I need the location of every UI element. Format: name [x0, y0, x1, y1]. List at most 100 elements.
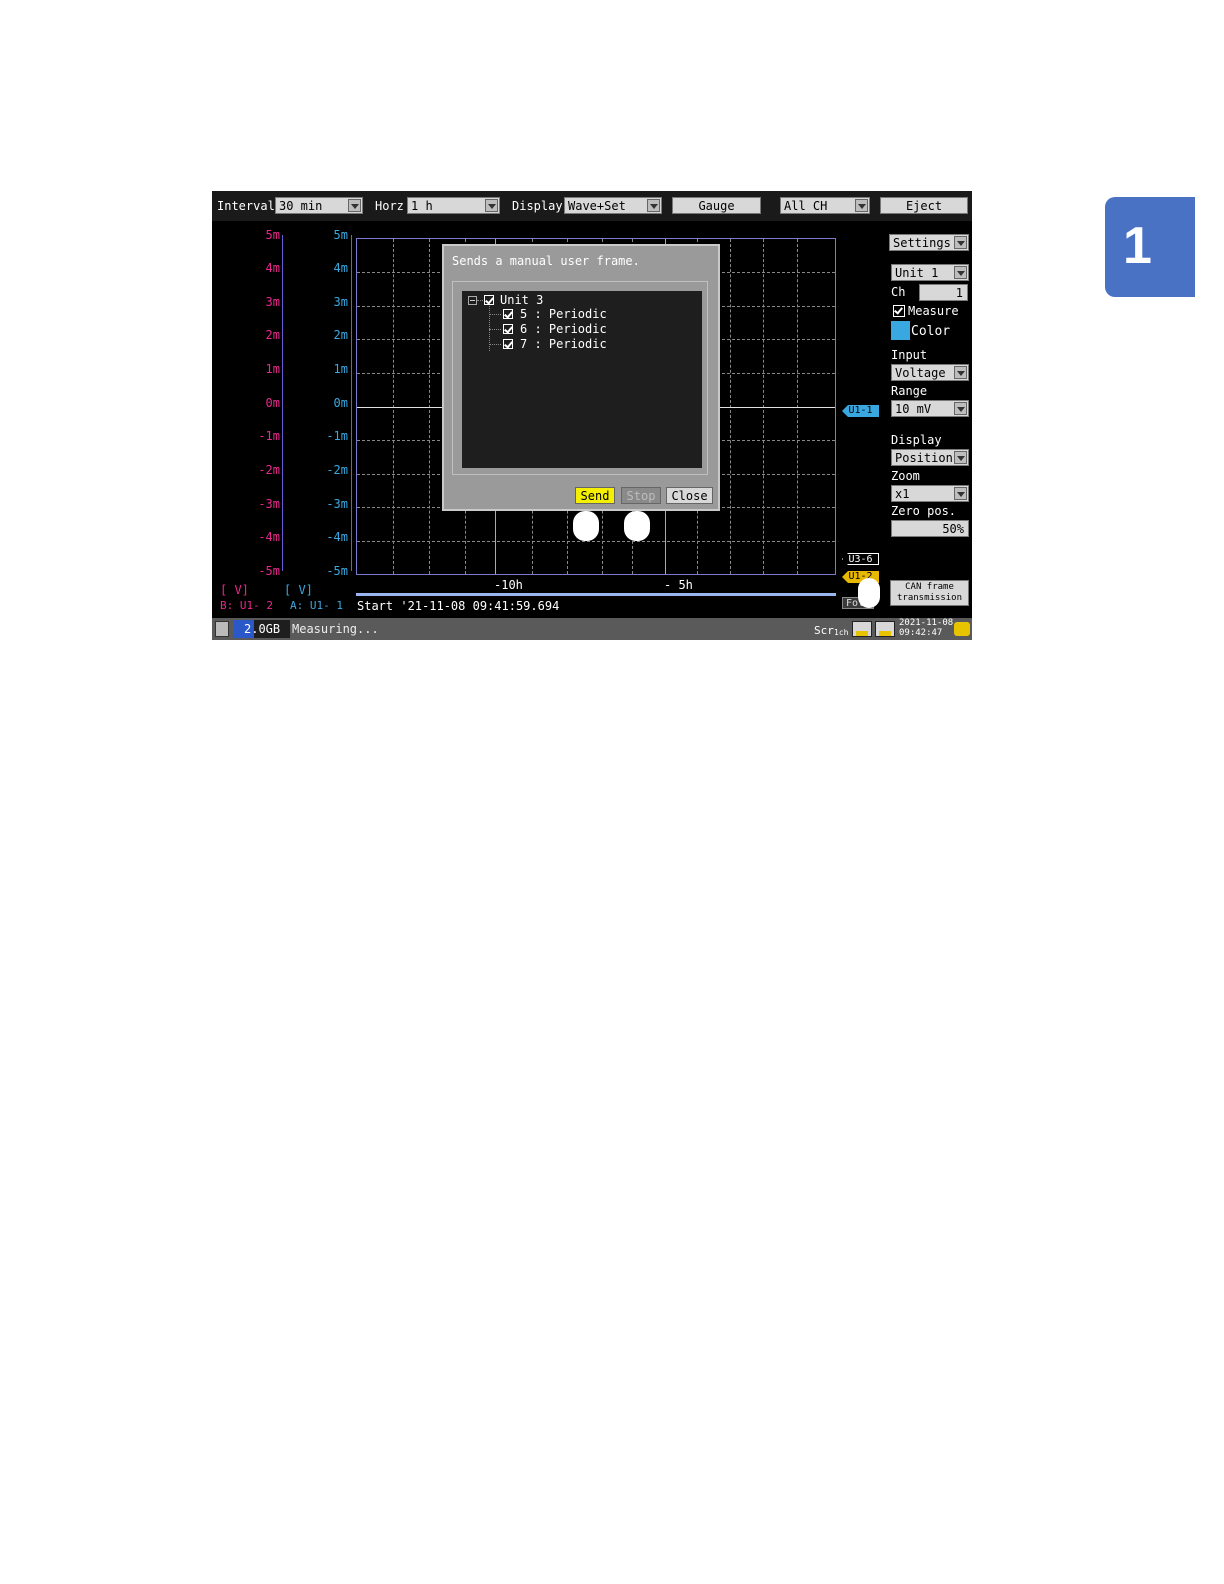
scroll-indicator: Scr	[814, 624, 834, 637]
can-frame-transmission-button[interactable]: CAN frame transmission	[890, 580, 969, 606]
storage-badge: 2.0GB	[234, 620, 290, 638]
color-label: Color	[911, 324, 951, 339]
marker-u3-6[interactable]: U3-6	[842, 553, 879, 565]
frame-checkbox[interactable]	[503, 324, 513, 334]
display-setting-select[interactable]: Position	[891, 449, 969, 466]
power-plug-icon	[954, 622, 970, 636]
can-button-line1: CAN frame	[905, 582, 954, 592]
interval-select[interactable]: 30 min	[275, 197, 363, 214]
collapse-icon[interactable]	[468, 296, 477, 305]
axis-b-tick: -1m	[258, 429, 280, 443]
range-label: Range	[891, 384, 928, 398]
chevron-down-icon	[954, 487, 967, 500]
color-swatch[interactable]	[891, 321, 910, 340]
axis-b-line	[282, 235, 283, 571]
status-time: 09:42:47	[899, 628, 943, 638]
chevron-down-icon	[954, 266, 967, 279]
channel-count: 1ch	[834, 628, 849, 637]
dialog-message: Sends a manual user frame.	[452, 254, 640, 268]
range-select[interactable]: 10 mV	[891, 400, 969, 417]
ch-label: Ch	[891, 285, 906, 299]
step-callout-2: 2	[573, 511, 599, 541]
input-label: Input	[891, 348, 928, 362]
axis-a-tick: -3m	[326, 497, 348, 511]
axis-a-unit: [ V]	[284, 583, 313, 597]
axis-b-tick: 1m	[265, 362, 280, 376]
frame-item-label: 7 : Periodic	[520, 337, 607, 351]
time-label: -10h	[494, 578, 523, 592]
frame-item-label: 5 : Periodic	[520, 307, 607, 321]
can-button-line2: transmission	[896, 593, 963, 603]
zoom-value: x1	[895, 487, 910, 501]
network-icon	[852, 621, 872, 637]
measure-label: Measure	[908, 304, 959, 318]
axis-b-tick: 5m	[265, 228, 280, 242]
chapter-tab: 1	[1105, 197, 1195, 297]
range-value: 10 mV	[895, 402, 932, 416]
axis-a-tick: 1m	[333, 362, 348, 376]
display-select[interactable]: Wave+Set	[564, 197, 662, 214]
frame-item-label: 6 : Periodic	[520, 322, 607, 336]
gauge-button[interactable]: Gauge	[672, 197, 761, 214]
display-value: Wave+Set	[568, 199, 626, 213]
axis-a-line	[351, 235, 352, 571]
frame-checkbox[interactable]	[503, 309, 513, 319]
step-callout-1: 1	[858, 578, 880, 608]
axis-b-tick: -3m	[258, 497, 280, 511]
chevron-down-icon	[954, 451, 967, 464]
zero-pos-field[interactable]: 50%	[891, 520, 969, 537]
interval-label: Interval	[217, 199, 275, 213]
chevron-down-icon	[855, 199, 868, 212]
horz-select[interactable]: 1 h	[407, 197, 500, 214]
interval-value: 30 min	[279, 199, 323, 213]
zero-pos-label: Zero pos.	[891, 504, 957, 518]
ch-field[interactable]: 1	[919, 284, 968, 301]
axis-b-channel: B: U1- 2	[220, 599, 273, 612]
chevron-down-icon	[348, 199, 361, 212]
chapter-number: 1	[1123, 217, 1152, 275]
unit-3-checkbox[interactable]	[484, 295, 494, 305]
axis-a-tick: 4m	[333, 261, 348, 275]
input-select[interactable]: Voltage	[891, 364, 969, 381]
chevron-down-icon	[485, 199, 498, 212]
channel-select[interactable]: All CH	[780, 197, 870, 214]
eject-button[interactable]: Eject	[880, 197, 968, 214]
grid-line	[357, 541, 835, 542]
input-value: Voltage	[895, 366, 946, 380]
start-time: Start '21-11-08 09:41:59.694	[357, 599, 560, 613]
send-frame-dialog: Sends a manual user frame. Unit 3 5 : Pe…	[442, 244, 720, 511]
stop-button[interactable]: Stop	[621, 487, 661, 504]
storage-icon	[215, 621, 229, 637]
axis-b-tick: 4m	[265, 261, 280, 275]
top-toolbar: Interval 30 min Horz 1 h Display Wave+Se…	[212, 191, 972, 221]
axis-a-tick: 5m	[333, 228, 348, 242]
channel-value: All CH	[784, 199, 828, 213]
settings-value: Settings	[893, 236, 951, 250]
axis-a-channel: A: U1- 1	[290, 599, 343, 612]
time-scrollbar[interactable]	[356, 593, 836, 596]
time-label: - 5h	[664, 578, 693, 592]
send-button[interactable]: Send	[575, 487, 615, 504]
unit-select[interactable]: Unit 1	[891, 264, 969, 281]
display-setting-label: Display	[891, 433, 942, 447]
instrument-screen: Interval 30 min Horz 1 h Display Wave+Se…	[212, 191, 972, 640]
tree-root-label: Unit 3	[500, 293, 544, 307]
side-panel: Settings Unit 1 Ch 1 Measure Color Input…	[889, 231, 972, 611]
zoom-label: Zoom	[891, 469, 920, 483]
frame-checkbox[interactable]	[503, 339, 513, 349]
axis-b-tick: 0m	[265, 396, 280, 410]
step-callout-3: 3	[624, 511, 650, 541]
storage-value: 2.0GB	[244, 622, 281, 636]
chevron-down-icon	[954, 402, 967, 415]
axis-b-tick: 2m	[265, 328, 280, 342]
measure-checkbox[interactable]	[893, 305, 905, 317]
close-button[interactable]: Close	[666, 487, 713, 504]
axis-b-tick: 3m	[265, 295, 280, 309]
axis-a-tick: -1m	[326, 429, 348, 443]
zoom-select[interactable]: x1	[891, 485, 969, 502]
network-icon	[875, 621, 895, 637]
status-text: Measuring...	[292, 622, 379, 636]
horz-value: 1 h	[411, 199, 433, 213]
settings-select[interactable]: Settings	[889, 234, 969, 251]
marker-u1-1[interactable]: U1-1	[842, 405, 879, 417]
